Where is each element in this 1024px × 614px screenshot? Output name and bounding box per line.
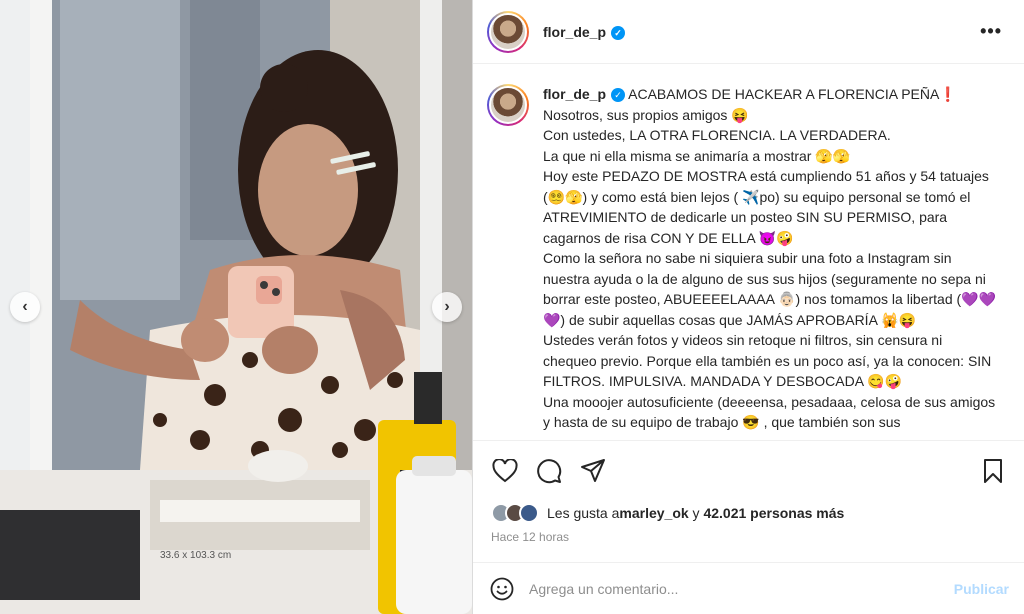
caption-line: Con ustedes, LA OTRA FLORENCIA. LA VERDA… <box>543 127 891 143</box>
caption-line: Ustedes verán fotos y videos sin retoque… <box>543 332 992 389</box>
caption-line: Nosotros, sus propios amigos 😝 <box>543 106 749 123</box>
bookmark-icon <box>984 459 1002 483</box>
share-icon <box>581 459 605 482</box>
likes-middle: y <box>688 505 704 521</box>
caption-section[interactable]: flor_de_p ✓ ACABAMOS DE HACKEAR A FLORENC… <box>473 64 1024 440</box>
comment-button[interactable] <box>535 457 563 485</box>
next-media-button[interactable]: › <box>432 292 462 322</box>
author-username[interactable]: flor_de_p ✓ <box>543 24 626 40</box>
caption-author-avatar[interactable] <box>487 84 529 126</box>
verified-badge-icon: ✓ <box>611 25 626 40</box>
post-photo <box>0 0 472 614</box>
emoji-button[interactable] <box>489 576 515 602</box>
liker-avatars <box>491 503 539 523</box>
chevron-right-icon: › <box>444 298 450 315</box>
like-button[interactable] <box>491 457 519 485</box>
post-panel: flor_de_p ✓ ••• flor_de_p ✓ ACABAMOS DE HA… <box>472 0 1024 614</box>
verified-badge-icon: ✓ <box>611 88 626 102</box>
caption-headline: ACABAMOS DE HACKEAR A FLORENCIA PEÑA❗ <box>628 86 957 102</box>
emoji-icon <box>490 577 514 600</box>
previous-media-button[interactable]: ‹ <box>10 292 40 322</box>
post-actions: Les gusta a marley_ok y 42.021 personas … <box>473 440 1024 544</box>
measure-label: 33.6 x 103.3 cm <box>160 550 232 561</box>
comment-input[interactable] <box>529 580 919 597</box>
chevron-left-icon: ‹ <box>22 298 28 315</box>
heart-icon <box>492 459 518 483</box>
caption-line: flor_de_p ✓ ACABAMOS DE HACKEAR A FLORENC… <box>543 84 999 105</box>
save-button[interactable] <box>979 457 1007 485</box>
post-header: flor_de_p ✓ ••• <box>473 0 1024 64</box>
more-icon: ••• <box>980 21 1002 41</box>
likes-prefix: Les gusta a <box>547 505 620 521</box>
likes-summary[interactable]: Les gusta a marley_ok y 42.021 personas … <box>473 501 1024 525</box>
share-button[interactable] <box>579 457 607 485</box>
caption-line: La que ni ella misma se animaría a mostr… <box>543 147 851 164</box>
caption-text: flor_de_p ✓ ACABAMOS DE HACKEAR A FLORENC… <box>543 84 999 440</box>
post-timestamp[interactable]: Hace 12 horas <box>473 525 1024 544</box>
caption-username[interactable]: flor_de_p <box>543 86 606 102</box>
avatar <box>519 503 539 523</box>
action-icons-row <box>473 441 1024 501</box>
likes-count[interactable]: 42.021 personas más <box>703 505 844 521</box>
comment-icon <box>537 459 562 484</box>
author-avatar[interactable] <box>487 10 529 53</box>
comment-bar: Publicar <box>473 562 1024 614</box>
publish-button[interactable]: Publicar <box>954 581 1009 597</box>
author-username-link[interactable]: flor_de_p <box>543 24 606 40</box>
liker-username[interactable]: marley_ok <box>619 505 688 521</box>
caption-line: Hoy este PEDAZO DE MOSTRA está cumpliend… <box>543 168 989 246</box>
caption-line: Una mooojer autosuficiente (deeeensa, pe… <box>543 393 996 431</box>
more-options-button[interactable]: ••• <box>972 21 1010 42</box>
caption-line: Como la señora no sabe ni siquiera subir… <box>543 250 997 328</box>
post-media[interactable]: 33.6 x 103.3 cm ‹ › <box>0 0 472 614</box>
